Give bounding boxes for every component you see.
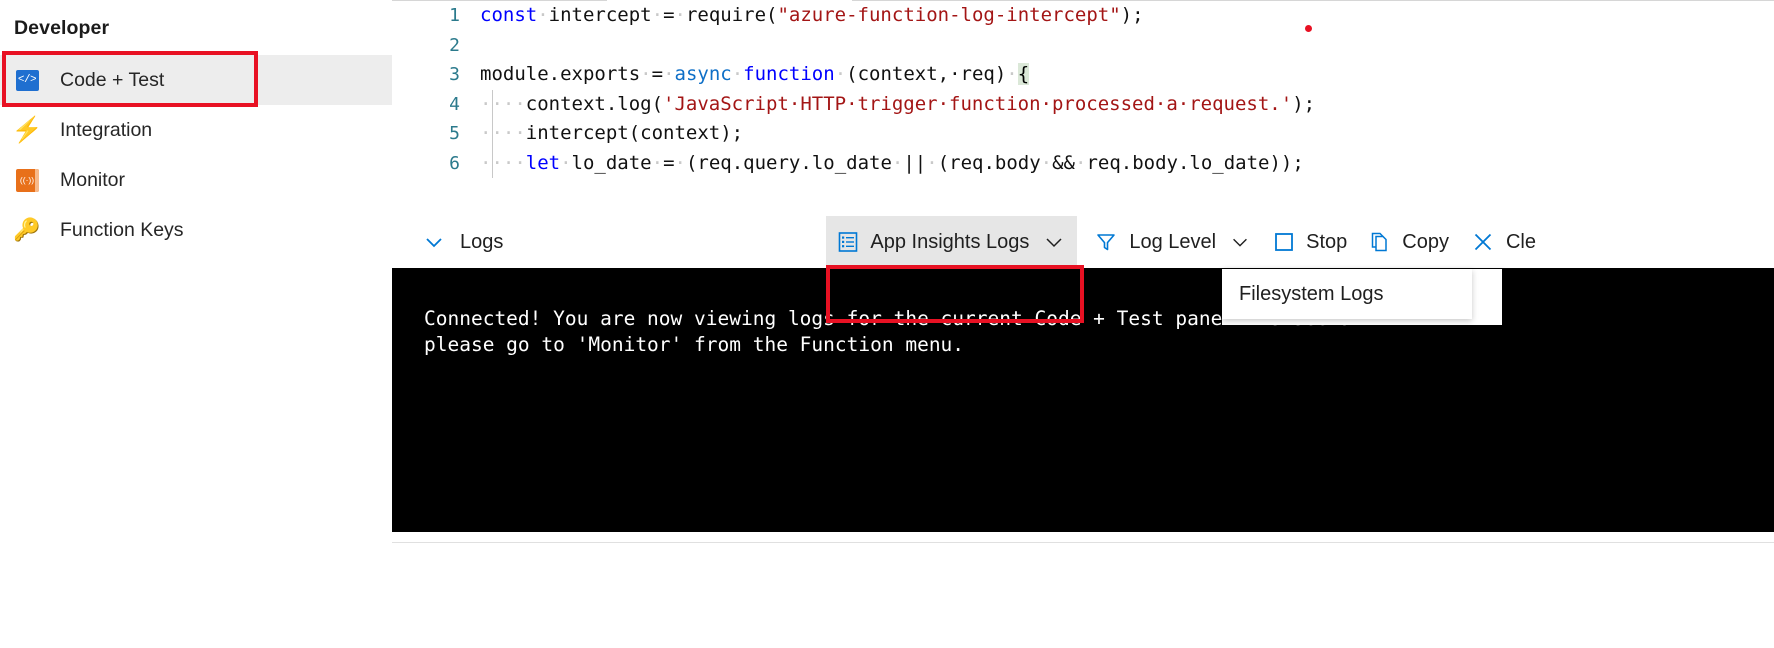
- line-number: 2: [449, 34, 460, 56]
- stop-square-icon: [1273, 231, 1295, 253]
- stop-button[interactable]: Stop: [1262, 216, 1358, 268]
- code-text: ····intercept(context);: [480, 122, 744, 144]
- log-source-dropdown-menu[interactable]: Filesystem Logs: [1222, 269, 1472, 319]
- code-text: ····let·lo_date·=·(req.query.lo_date·||·…: [480, 151, 1304, 174]
- code-editor[interactable]: 1 const·intercept·=·require("azure-functi…: [392, 1, 1774, 215]
- line-number: 1: [449, 5, 460, 26]
- content-pane: 1 const·intercept·=·require("azure-functi…: [392, 0, 1774, 648]
- list-icon: [837, 231, 859, 253]
- code-line: 4 ····context.log('JavaScript·HTTP·trigge…: [392, 89, 1774, 119]
- code-text: module.exports·=·async·function·(context…: [480, 63, 1030, 85]
- sidebar-item-label: Integration: [60, 118, 153, 141]
- logs-collapse-toggle[interactable]: Logs: [392, 216, 514, 268]
- sidebar-heading: Developer: [14, 17, 110, 39]
- bottom-divider: [392, 542, 1774, 543]
- code-lines: 1 const·intercept·=·require("azure-functi…: [392, 1, 1774, 178]
- code-line: 2: [392, 31, 1774, 61]
- line-number: 5: [449, 123, 460, 144]
- chevron-down-icon: [1229, 231, 1251, 253]
- code-text: ····context.log('JavaScript·HTTP·trigger…: [480, 92, 1316, 115]
- sidebar-item-label: Function Keys: [60, 218, 184, 241]
- clear-label: Cle: [1505, 230, 1536, 253]
- logs-label: Logs: [460, 230, 504, 253]
- sidebar-item-code-test[interactable]: </> Code + Test: [0, 55, 392, 105]
- copy-button[interactable]: Copy: [1358, 216, 1460, 268]
- filter-funnel-icon: [1094, 230, 1118, 254]
- code-text: const·intercept·=·require("azure-functio…: [480, 4, 1144, 26]
- chevron-down-icon: [1042, 230, 1066, 254]
- sidebar-item-label: Monitor: [60, 168, 126, 191]
- copy-label: Copy: [1402, 230, 1449, 253]
- line-number: 4: [449, 93, 460, 115]
- key-icon: 🔑: [13, 217, 41, 242]
- sidebar-item-monitor[interactable]: Monitor: [0, 155, 392, 205]
- app-insights-logs-label: App Insights Logs: [870, 230, 1030, 253]
- code-line: 3 module.exports·=·async·function·(contex…: [392, 60, 1774, 90]
- sidebar-item-label: Code + Test: [60, 68, 165, 91]
- code-line: 5 ····intercept(context);: [392, 119, 1774, 149]
- clear-button[interactable]: Cle: [1460, 216, 1547, 268]
- lightning-bolt-icon: ⚡: [11, 115, 43, 144]
- line-number: 6: [449, 152, 460, 174]
- sidebar-item-function-keys[interactable]: 🔑 Function Keys: [0, 205, 392, 255]
- app-root: Developer </> Code + Test ⚡ Integration …: [0, 0, 1774, 648]
- log-level-label: Log Level: [1129, 230, 1217, 253]
- code-icon: </>: [14, 67, 40, 93]
- logs-toolbar: Logs App Insights Logs Log Level Stop Co…: [392, 216, 1774, 268]
- sidebar-item-integration[interactable]: ⚡ Integration: [0, 105, 392, 155]
- menu-item-filesystem-logs[interactable]: Filesystem Logs: [1239, 283, 1384, 306]
- close-x-icon: [1471, 230, 1495, 254]
- chevron-down-icon: [422, 230, 446, 254]
- copy-icon: [1369, 231, 1391, 253]
- log-console-right-fill: [1570, 268, 1774, 532]
- monitor-book-icon: [14, 167, 40, 193]
- log-level-dropdown[interactable]: Log Level: [1083, 216, 1262, 268]
- code-line: 1 const·intercept·=·require("azure-functi…: [392, 1, 1774, 31]
- app-insights-logs-dropdown[interactable]: App Insights Logs: [826, 216, 1078, 268]
- developer-sidebar: Developer </> Code + Test ⚡ Integration …: [0, 0, 392, 648]
- line-number: 3: [449, 64, 460, 85]
- code-line: 6 ····let·lo_date·=·(req.query.lo_date·||…: [392, 148, 1774, 178]
- stop-label: Stop: [1306, 230, 1348, 253]
- sidebar-nav-list: </> Code + Test ⚡ Integration Monitor 🔑: [0, 55, 392, 255]
